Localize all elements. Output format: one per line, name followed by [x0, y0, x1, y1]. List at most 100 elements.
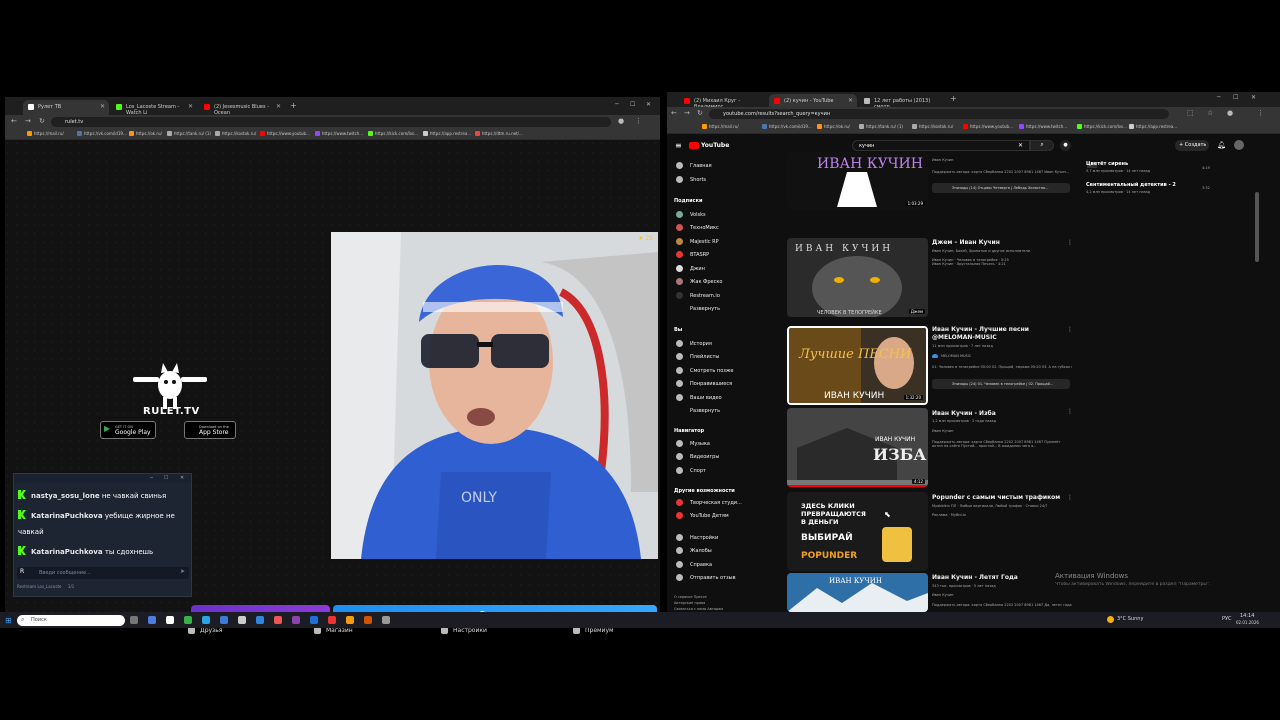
app-icon[interactable] — [310, 616, 318, 624]
video-thumbnail[interactable]: Лучшие ПЕСНИ ИВАН КУЧИН 1:32:20 — [787, 326, 928, 405]
url-input[interactable]: rulet.tv — [51, 117, 611, 127]
bookmark-item[interactable]: https://mail.ru/ — [702, 124, 739, 129]
sidebar-item-settings[interactable]: Настройки — [676, 534, 718, 541]
clock-date[interactable]: 02.01.2026 — [1236, 620, 1259, 625]
profile-icon[interactable]: ● — [618, 117, 624, 125]
maximize-icon[interactable]: ☐ — [1233, 94, 1238, 101]
avatar[interactable] — [1234, 140, 1244, 150]
episodes-chip[interactable]: Эпизоды (24) 01. Человек в телогрейке | … — [932, 379, 1070, 389]
menu-icon[interactable]: ⋮ — [1257, 109, 1264, 117]
video-thumbnail[interactable]: ИВАН КУЧИН ИЗБА 4:12 — [787, 408, 928, 487]
channel-name[interactable]: Иван Кучин — [932, 158, 1072, 162]
bookmark-item[interactable]: https://vk.com/id19... — [77, 131, 127, 136]
sidebar-item-home[interactable]: Главная — [676, 162, 712, 169]
new-tab-icon[interactable]: + — [290, 101, 297, 110]
google-play-button[interactable]: ▶ GET IT ON Google Play — [100, 421, 156, 439]
ad-title[interactable]: Popunder с самым чистым трафиком — [932, 494, 1072, 502]
close-icon[interactable]: ✕ — [848, 97, 853, 104]
sidebar-item-your-videos[interactable]: Ваши видео — [676, 394, 722, 401]
more-options-icon[interactable]: ⋮ — [1067, 326, 1073, 333]
sidebar-sub[interactable]: BTASRP — [676, 251, 709, 258]
bookmark-item[interactable]: https://www.youtub... — [963, 124, 1013, 129]
back-icon[interactable]: ← — [671, 109, 677, 117]
sidebar-sub[interactable]: Majestic RP — [676, 238, 719, 245]
clock-time[interactable]: 14:14 — [1240, 613, 1254, 619]
profile-icon[interactable]: ● — [1227, 109, 1233, 117]
video-thumbnail[interactable]: ИВАН КУЧИН 1:03:29 — [787, 152, 928, 209]
close-window-icon[interactable]: ✕ — [646, 101, 651, 108]
bookmark-item[interactable]: https://www.youtub... — [260, 131, 310, 136]
sidebar-item-sport[interactable]: Спорт — [676, 467, 706, 474]
bookmark-item[interactable]: https://dtm.ru.net/... — [475, 131, 523, 136]
sidebar-sub[interactable]: Volsks — [676, 211, 706, 218]
forward-icon[interactable]: → — [684, 109, 690, 117]
bookmark-item[interactable]: https://app.restrea... — [423, 131, 471, 136]
sidebar-sub[interactable]: Restream.io — [676, 292, 720, 299]
opera-icon[interactable] — [328, 616, 336, 624]
sidebar-item-history[interactable]: История — [676, 340, 712, 347]
app-icon[interactable] — [202, 616, 210, 624]
bookmark-item[interactable]: https://kostok.ru/ — [912, 124, 953, 129]
bookmark-item[interactable]: https://tank.ru/ (1) — [859, 124, 903, 129]
maximize-icon[interactable]: ☐ — [630, 101, 635, 108]
subscriptions-heading[interactable]: Подписки — [674, 198, 702, 204]
footer-link[interactable]: Авторские права — [674, 601, 705, 605]
app-icon[interactable] — [292, 616, 300, 624]
extension-icon[interactable]: ⬚ — [1187, 109, 1194, 117]
language-indicator[interactable]: РУС — [1222, 616, 1232, 622]
yt-search-input[interactable]: кучин ✕ — [852, 140, 1030, 151]
video-title[interactable]: Иван Кучин - Изба — [932, 410, 1072, 418]
app-icon[interactable] — [382, 616, 390, 624]
app-icon[interactable] — [166, 616, 174, 624]
side-video-title[interactable]: Сентиментальный детектив - 2 — [1086, 182, 1176, 188]
new-tab-icon[interactable]: + — [950, 94, 957, 103]
reload-icon[interactable]: ↻ — [39, 117, 45, 125]
sidebar-item-gaming[interactable]: Видеоигры — [676, 453, 719, 460]
footer-link[interactable]: Связаться с нами Авторам — [674, 607, 723, 611]
tab-kick[interactable]: Los_Lacoste Stream - Watch Li ✕ — [111, 100, 197, 116]
create-button[interactable]: + Создать — [1175, 140, 1209, 151]
windows-start-icon[interactable]: ⊞ — [5, 616, 12, 625]
chat-close-icon[interactable]: ✕ — [180, 475, 184, 481]
tab-youtube[interactable]: (2) Jesesmusic Blues - Ocean ✕ — [199, 100, 285, 116]
bookmark-item[interactable]: https://ok.ru/ — [817, 124, 850, 129]
bookmark-item[interactable]: https://kostok.ru/ — [215, 131, 256, 136]
bookmark-item[interactable]: https://kick.com/los... — [1077, 124, 1127, 129]
footer-link[interactable]: О сервисе Прессе — [674, 595, 707, 599]
clear-search-icon[interactable]: ✕ — [1018, 142, 1023, 149]
sidebar-expand[interactable]: Развернуть — [676, 408, 720, 414]
video-thumbnail[interactable]: ИВАН КУЧИН — [787, 573, 928, 612]
mic-icon[interactable]: ● — [1060, 140, 1071, 151]
sidebar-item-kids[interactable]: YouTube Детям — [676, 512, 729, 519]
menu-icon[interactable]: ⋮ — [635, 117, 642, 125]
taskbar-search-input[interactable]: ⌕ Поиск — [17, 615, 125, 626]
minimize-icon[interactable]: ─ — [615, 101, 619, 108]
sidebar-sub[interactable]: Жак Фреско — [676, 278, 722, 285]
side-video-title[interactable]: Цветёт сирень — [1086, 161, 1128, 167]
menu-friends[interactable]: Друзья — [188, 627, 222, 634]
app-store-button[interactable]: Download on the App Store — [184, 421, 236, 439]
sidebar-item-playlists[interactable]: Плейлисты — [676, 353, 719, 360]
task-view-icon[interactable] — [130, 616, 138, 624]
app-icon[interactable] — [256, 616, 264, 624]
more-options-icon[interactable]: ⋮ — [1067, 408, 1073, 415]
bookmark-item[interactable]: https://www.twitch... — [1019, 124, 1067, 129]
close-window-icon[interactable]: ✕ — [1251, 94, 1256, 101]
bookmark-item[interactable]: https://app.restrea... — [1129, 124, 1177, 129]
chat-maximize-icon[interactable]: ☐ — [164, 475, 168, 481]
video-title[interactable]: Иван Кучин - Лучшие песни @MELOMAN-MUSIC — [932, 326, 1072, 342]
tab-rulet[interactable]: Рулет ТВ ✕ — [23, 100, 109, 115]
bookmark-item[interactable]: https://www.twitch... — [315, 131, 363, 136]
app-icon[interactable] — [220, 616, 228, 624]
url-input[interactable]: youtube.com/results?search_query=кучин — [709, 109, 1169, 119]
close-icon[interactable]: ✕ — [188, 103, 193, 110]
sidebar-expand[interactable]: Развернуть — [676, 306, 720, 312]
bookmark-item[interactable]: https://kick.com/los... — [368, 131, 418, 136]
sidebar-item-feedback[interactable]: Отправить отзыв — [676, 574, 736, 581]
chat-minimize-icon[interactable]: ─ — [150, 475, 153, 481]
sidebar-item-studio[interactable]: Творческая студи... — [676, 499, 742, 506]
menu-premium[interactable]: Премиум — [573, 627, 614, 634]
chrome-icon[interactable] — [364, 616, 372, 624]
app-icon[interactable] — [274, 616, 282, 624]
bookmark-star-icon[interactable]: ☆ — [1207, 109, 1213, 117]
